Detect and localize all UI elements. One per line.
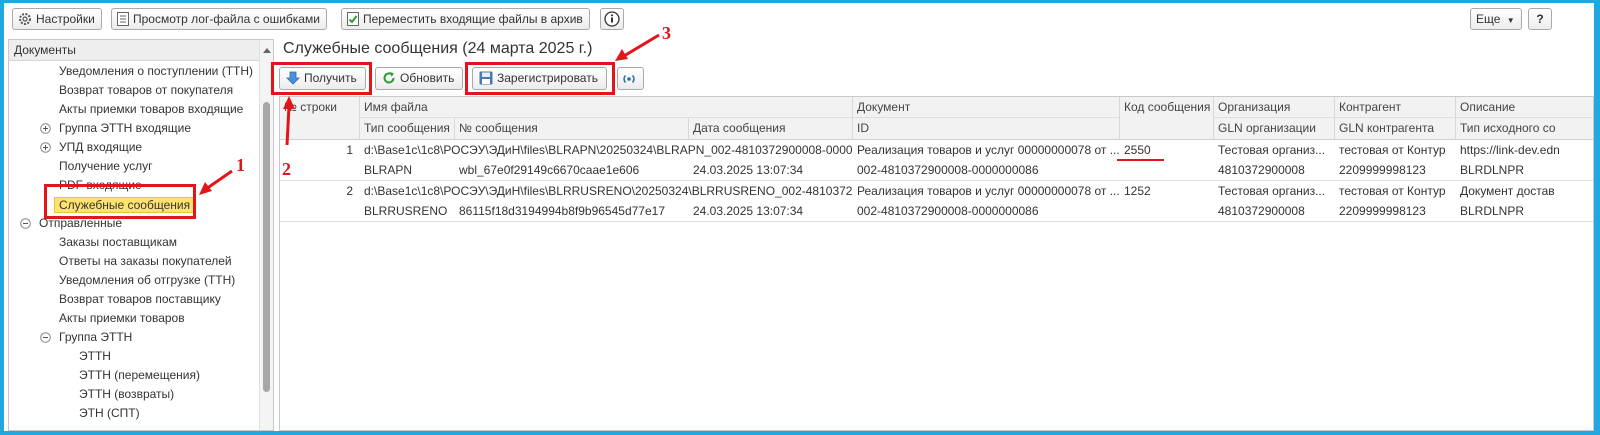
annotation-arrows	[199, 33, 660, 195]
annotation-arrow-2	[283, 96, 295, 146]
annotation-arrow-3	[615, 33, 660, 61]
app-window: Настройки Просмотр лог-файла с ошибками …	[4, 3, 1594, 431]
annotation-arrow-1	[199, 169, 233, 195]
